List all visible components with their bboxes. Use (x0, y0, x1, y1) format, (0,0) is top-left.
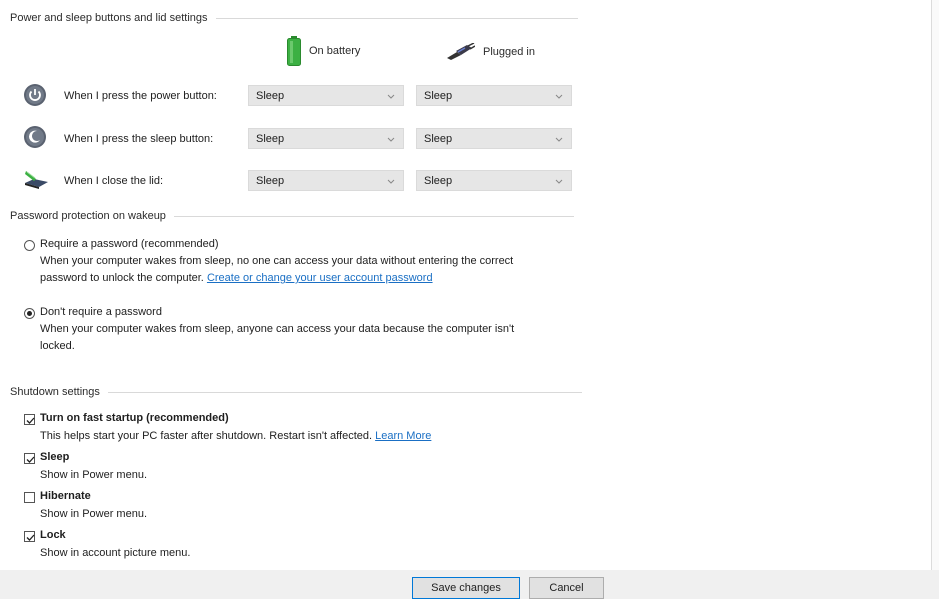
chevron-down-icon (555, 179, 563, 184)
checkmark-icon (26, 456, 35, 463)
no-password-label[interactable]: Don't require a password (40, 304, 162, 321)
power-button-battery-select[interactable]: Sleep (248, 85, 404, 106)
power-section-title-text: Power and sleep buttons and lid settings (10, 12, 208, 24)
sleep-button-icon (24, 126, 46, 148)
column-header-battery-label: On battery (309, 45, 361, 57)
require-password-radio[interactable] (24, 240, 35, 251)
require-password-desc-text: password to unlock the computer. (40, 272, 204, 284)
fast-startup-checkbox[interactable] (24, 414, 35, 425)
change-password-link[interactable]: Create or change your user account passw… (207, 272, 433, 284)
checkmark-icon (26, 417, 35, 424)
sleep-button-label: When I press the sleep button: (64, 133, 214, 145)
hibernate-checkbox[interactable] (24, 492, 35, 503)
shutdown-section-title: Shutdown settings (10, 386, 582, 398)
shutdown-section-title-text: Shutdown settings (10, 386, 100, 398)
sleep-button-plugged-select[interactable]: Sleep (416, 128, 572, 149)
password-section-title: Password protection on wakeup (10, 210, 574, 222)
select-value: Sleep (256, 89, 285, 102)
section-divider (215, 17, 578, 19)
column-header-battery: On battery (287, 36, 360, 66)
sleep-checkbox[interactable] (24, 453, 35, 464)
fast-startup-label[interactable]: Turn on fast startup (recommended) (40, 412, 229, 424)
lock-checkbox[interactable] (24, 531, 35, 542)
password-section-title-text: Password protection on wakeup (10, 210, 166, 222)
hibernate-label[interactable]: Hibernate (40, 490, 91, 502)
battery-icon (287, 36, 301, 66)
no-password-radio[interactable] (24, 308, 35, 319)
power-button-icon (24, 84, 46, 106)
close-lid-label: When I close the lid: (64, 175, 164, 187)
column-header-plugged: Plugged in (445, 43, 535, 61)
close-lid-plugged-select[interactable]: Sleep (416, 170, 572, 191)
button-bar: Save changes Cancel (0, 570, 939, 599)
section-divider (173, 215, 574, 217)
scrollbar[interactable] (931, 0, 939, 570)
chevron-down-icon (387, 179, 395, 184)
select-value: Sleep (424, 89, 453, 102)
sleep-button-battery-select[interactable]: Sleep (248, 128, 404, 149)
power-button-label: When I press the power button: (64, 90, 217, 102)
save-changes-button[interactable]: Save changes (412, 577, 520, 599)
fast-startup-desc: This helps start your PC faster after sh… (40, 428, 431, 445)
lock-desc: Show in account picture menu. (40, 547, 191, 559)
learn-more-link[interactable]: Learn More (375, 430, 431, 442)
close-lid-battery-select[interactable]: Sleep (248, 170, 404, 191)
laptop-lid-icon (25, 171, 48, 189)
sleep-label[interactable]: Sleep (40, 451, 69, 463)
fast-startup-desc-text: This helps start your PC faster after sh… (40, 430, 373, 442)
require-password-desc-line1: When your computer wakes from sleep, no … (40, 255, 514, 267)
require-password-desc-line2: password to unlock the computer. Create … (40, 270, 433, 287)
chevron-down-icon (555, 137, 563, 142)
select-value: Sleep (256, 132, 285, 145)
require-password-label[interactable]: Require a password (recommended) (40, 236, 219, 253)
power-section-title: Power and sleep buttons and lid settings (10, 12, 578, 24)
no-password-desc-line1: When your computer wakes from sleep, any… (40, 323, 515, 335)
checkmark-icon (26, 534, 35, 541)
lock-label[interactable]: Lock (40, 529, 66, 541)
sleep-desc: Show in Power menu. (40, 469, 147, 481)
column-header-plugged-label: Plugged in (483, 46, 535, 58)
chevron-down-icon (555, 94, 563, 99)
chevron-down-icon (387, 94, 395, 99)
cancel-button[interactable]: Cancel (529, 577, 604, 599)
select-value: Sleep (424, 132, 453, 145)
section-divider (107, 391, 582, 393)
chevron-down-icon (387, 137, 395, 142)
power-plug-icon (447, 43, 475, 60)
no-password-desc-line2: locked. (40, 340, 75, 352)
power-button-plugged-select[interactable]: Sleep (416, 85, 572, 106)
select-value: Sleep (256, 174, 285, 187)
select-value: Sleep (424, 174, 453, 187)
hibernate-desc: Show in Power menu. (40, 508, 147, 520)
